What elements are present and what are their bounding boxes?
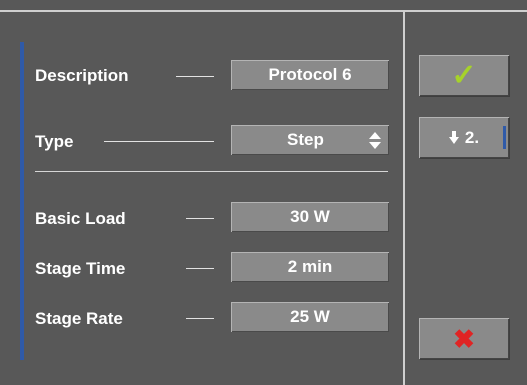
up-down-arrows-icon (369, 132, 381, 149)
next-stage-label: 2. (464, 127, 480, 147)
arrow-down-icon (448, 130, 459, 145)
type-select[interactable]: Step (231, 125, 389, 155)
type-select-value: Step (287, 130, 324, 149)
stage-rate-field[interactable]: 25 W (231, 302, 389, 332)
basic-load-leader-line (186, 218, 214, 219)
protocol-editor-screen: Description Protocol 6 Type Step Basic L… (0, 0, 527, 385)
section-separator (35, 171, 388, 172)
frame-top-line (0, 10, 527, 12)
frame-divider (403, 10, 405, 385)
stage-time-field[interactable]: 2 min (231, 252, 389, 282)
next-stage-accent (503, 126, 506, 149)
description-leader-line (176, 76, 214, 77)
basic-load-field[interactable]: 30 W (231, 202, 389, 232)
checkmark-icon: ✓ (451, 58, 477, 92)
confirm-button[interactable]: ✓ (419, 55, 509, 96)
description-label: Description (35, 66, 129, 85)
x-mark-icon: ✖ (453, 323, 475, 354)
cancel-button[interactable]: ✖ (419, 318, 509, 359)
type-leader-line (104, 141, 214, 142)
next-stage-button[interactable]: 2. (419, 117, 509, 158)
basic-load-label: Basic Load (35, 209, 126, 228)
focus-accent-bar (20, 42, 24, 360)
stage-rate-label: Stage Rate (35, 309, 123, 328)
stage-rate-leader-line (186, 318, 214, 319)
stage-time-label: Stage Time (35, 259, 126, 278)
stage-time-leader-line (186, 268, 214, 269)
type-label: Type (35, 132, 74, 151)
description-field[interactable]: Protocol 6 (231, 60, 389, 90)
